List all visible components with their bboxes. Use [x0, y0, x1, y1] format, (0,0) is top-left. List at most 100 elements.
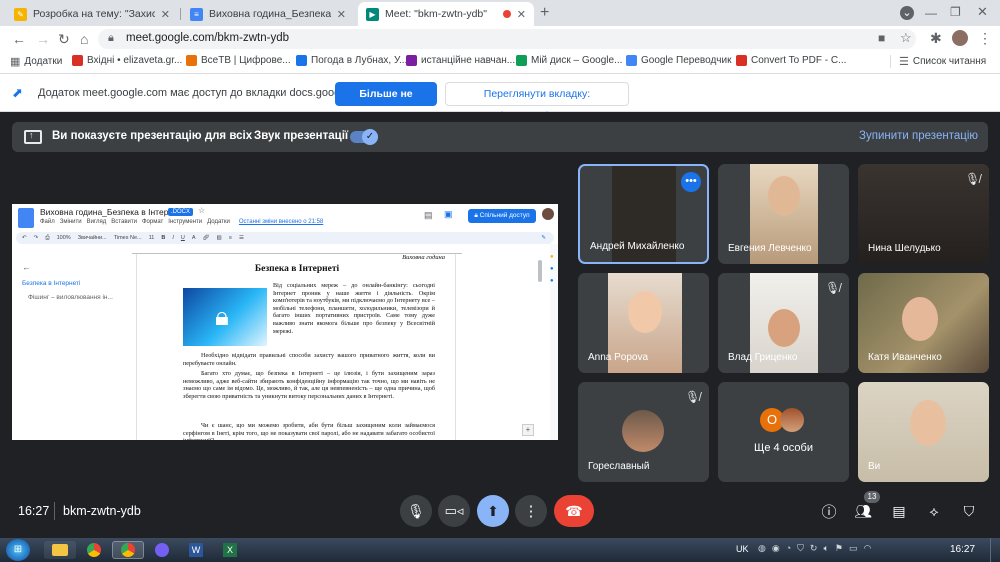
info-button[interactable]: ⓘ [818, 500, 840, 522]
keep-icon[interactable]: ● [550, 254, 558, 260]
bookmark-weather[interactable]: Погода в Лубнах, У... [296, 55, 407, 66]
bookmark-vsetv[interactable]: ВсеТВ | Цифрове... [186, 55, 291, 66]
style-select[interactable]: Звичайни... [78, 235, 107, 241]
browser-tab-1[interactable]: ✎ Розробка на тему: "Захист інфор ✕ [6, 2, 178, 26]
comments-icon[interactable]: ▤ [424, 210, 433, 221]
browser-tab-2[interactable]: ≡ Виховна година_Безпека в Інт ✕ [182, 2, 354, 26]
menu-icon[interactable]: ⋮ [978, 31, 992, 45]
participant-tile[interactable]: Катя Иванченко [858, 273, 989, 373]
participant-tile[interactable]: 🎙︎̸ Влад Гриценко [718, 273, 849, 373]
self-tile[interactable]: Ви [858, 382, 989, 482]
view-tab-button[interactable]: Переглянути вкладку: docs.google.com [445, 82, 629, 122]
taskbar-viber[interactable] [146, 541, 178, 559]
taskbar-word[interactable]: W [180, 541, 212, 559]
close-icon[interactable]: ✕ [337, 8, 346, 21]
home-icon[interactable]: ⌂ [80, 32, 88, 46]
taskbar-chrome[interactable] [78, 541, 110, 559]
outline-item[interactable]: Безпека в Інтернеті [22, 280, 132, 287]
italic-icon[interactable]: I [172, 235, 174, 241]
reading-list[interactable]: ☰ Список читання [890, 55, 986, 68]
tray-battery-icon[interactable]: ▭ [849, 543, 858, 554]
doc-title[interactable]: Виховна година_Безпека в Інтернеті [40, 207, 183, 217]
underline-icon[interactable]: U [181, 235, 185, 241]
menu-view[interactable]: Вигляд [87, 219, 107, 225]
show-desktop-button[interactable] [990, 538, 1000, 562]
forward-icon[interactable]: → [36, 32, 50, 46]
menu-format[interactable]: Формат [142, 219, 163, 225]
window-close-icon[interactable]: ✕ [977, 5, 988, 19]
close-icon[interactable]: ✕ [161, 8, 170, 21]
extensions-icon[interactable]: ✱ [930, 31, 942, 45]
print-icon[interactable]: ⎙ [45, 235, 49, 242]
more-options-icon[interactable]: ••• [681, 172, 701, 192]
reload-icon[interactable]: ↻ [58, 32, 70, 46]
participant-tile[interactable]: ••• Андрей Михайленко [578, 164, 709, 264]
start-button-icon[interactable]: ⊞ [6, 539, 30, 561]
address-bar[interactable]: 🔒︎ meet.google.com/bkm-zwtn-ydb ■ ☆ [98, 29, 916, 49]
present-button[interactable]: ⬆ [477, 495, 509, 527]
camera-indicator-icon[interactable]: ■ [878, 31, 885, 45]
taskbar-excel[interactable]: X [214, 541, 246, 559]
close-icon[interactable]: ✕ [517, 8, 526, 21]
tray-network-icon[interactable]: ◔ [786, 543, 791, 554]
undo-icon[interactable]: ↶ [22, 235, 27, 241]
taskbar-chrome-active[interactable] [112, 541, 144, 559]
chat-button[interactable]: ▤ [888, 500, 910, 522]
menu-edit[interactable]: Змінити [60, 219, 82, 225]
sound-toggle[interactable]: ✓ [350, 129, 378, 145]
link-icon[interactable]: 🔗︎ [203, 235, 210, 241]
stop-sharing-button[interactable]: Більше не ділитися [335, 82, 437, 124]
minimize-icon[interactable]: — [925, 6, 937, 20]
more-participants-tile[interactable]: O Ще 4 особи [718, 382, 849, 482]
tray-shield-icon[interactable]: ⛉ [797, 543, 804, 554]
browser-tab-3-active[interactable]: ▶ Meet: "bkm-zwtn-ydb" ✕ [358, 2, 534, 26]
redo-icon[interactable]: ↷ [34, 235, 39, 241]
tasks-icon[interactable]: ● [550, 266, 558, 272]
align-icon[interactable]: ≡ [229, 235, 232, 241]
people-button[interactable]: 👥︎ [852, 500, 874, 522]
participant-tile[interactable]: Евгения Левченко [718, 164, 849, 264]
maximize-icon[interactable]: ❐ [950, 5, 961, 19]
back-icon[interactable]: ← [12, 32, 26, 46]
image-icon[interactable]: ▨ [217, 235, 222, 241]
tray-app-icon[interactable]: ◍ [758, 543, 766, 554]
outline-back-icon[interactable]: ← [22, 262, 132, 272]
list-icon[interactable]: ☰ [239, 235, 244, 241]
calendar-icon[interactable]: ● [550, 278, 558, 284]
bookmark-apps[interactable]: ▦ Додатки [10, 55, 62, 68]
mic-button[interactable]: 🎙︎ [400, 495, 432, 527]
host-controls-button[interactable]: ⛉ [958, 500, 980, 522]
present-doc-icon[interactable]: ▣ [444, 209, 453, 220]
menu-insert[interactable]: Вставити [111, 219, 137, 225]
bold-icon[interactable]: B [161, 235, 165, 241]
activities-button[interactable]: ⟡ [923, 500, 945, 522]
taskbar-clock[interactable]: 16:27 [950, 544, 975, 555]
participant-tile[interactable]: 🎙︎̸ Гореславный [578, 382, 709, 482]
participant-tile[interactable]: 🎙︎̸ Нина Шелудько [858, 164, 989, 264]
tray-flag-icon[interactable]: ⚑ [835, 543, 843, 554]
tab-search-icon[interactable]: ⌄ [900, 6, 914, 20]
bookmark-distance[interactable]: истанційне навчан... [406, 55, 515, 66]
stop-presenting-button[interactable]: Зупинити презентацію [859, 130, 978, 142]
tray-viber-icon[interactable]: ◉ [772, 543, 780, 554]
bookmark-gmail[interactable]: Вхідні • elizaveta.gr... [72, 55, 182, 66]
text-color-icon[interactable]: A [192, 235, 196, 241]
participant-tile[interactable]: Anna Popova [578, 273, 709, 373]
outline-item[interactable]: Фішинг – виловлювання ін... [22, 294, 132, 301]
doc-scrollbar[interactable] [538, 260, 542, 282]
profile-avatar[interactable] [952, 30, 968, 46]
font-select[interactable]: Times Ne... [114, 235, 142, 241]
taskbar-explorer[interactable] [44, 541, 76, 559]
camera-button[interactable]: ▭◃ [438, 495, 470, 527]
keyboard-language[interactable]: UK [736, 544, 749, 554]
bookmark-drive[interactable]: Мій диск – Google... [516, 55, 622, 66]
end-call-button[interactable]: ☎ [554, 495, 594, 527]
more-options-button[interactable]: ⋮ [515, 495, 547, 527]
new-tab-icon[interactable]: + [540, 5, 549, 21]
bookmark-pdf[interactable]: Convert To PDF - C... [736, 55, 846, 66]
menu-file[interactable]: Файл [40, 219, 55, 225]
bookmark-star-icon[interactable]: ☆ [900, 30, 912, 46]
last-edit-link[interactable]: Останні зміни внесено о 21:58 [239, 219, 323, 225]
tray-volume-icon[interactable]: 🔈︎ [823, 543, 828, 554]
edit-mode-icon[interactable]: ✎ [541, 235, 546, 241]
